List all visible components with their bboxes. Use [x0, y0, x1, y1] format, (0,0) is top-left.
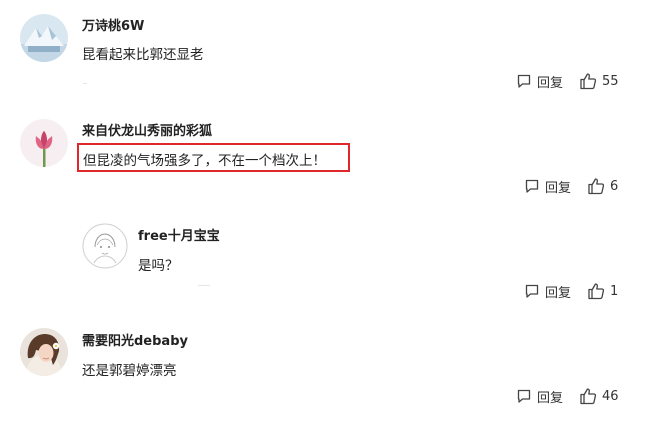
comment-text: 还是郭碧婷漂亮: [82, 363, 177, 379]
sketch-girl-icon: [82, 223, 128, 269]
comment-actions: 回复 6: [524, 176, 618, 196]
reply-button[interactable]: 回复: [524, 282, 571, 301]
reply-button[interactable]: 回复: [524, 177, 571, 196]
reply-icon: [525, 284, 539, 298]
reply-button[interactable]: 回复: [516, 387, 563, 406]
comment-actions: 回复 55: [516, 71, 619, 91]
comment-text: 但昆凌的气场强多了，不在一个档次上！: [83, 153, 326, 169]
username[interactable]: free十月宝宝: [138, 225, 220, 244]
comment-text: 昆看起来比郭还显老: [82, 47, 204, 63]
avatar[interactable]: [82, 223, 128, 269]
reply-label: 回复: [537, 75, 564, 91]
like-count: 6: [610, 178, 619, 194]
avatar[interactable]: [20, 14, 68, 62]
avatar[interactable]: [20, 119, 68, 167]
like-button[interactable]: 46: [579, 387, 619, 405]
comment-actions: 回复 46: [516, 386, 619, 406]
divider: [198, 285, 210, 286]
thumbs-up-icon: [580, 73, 597, 90]
like-button[interactable]: 55: [579, 72, 619, 90]
reply-label: 回复: [545, 285, 572, 301]
reply-icon: [517, 389, 531, 403]
username[interactable]: 来自伏龙山秀丽的彩狐: [82, 120, 212, 139]
like-count: 1: [610, 283, 619, 299]
thumbs-up-icon: [588, 283, 605, 300]
pink-tulip-icon: [20, 119, 68, 167]
reply-button[interactable]: 回复: [516, 72, 563, 91]
reply-label: 回复: [545, 180, 572, 196]
comment-actions: 回复 1: [524, 281, 618, 301]
mountain-snow-icon: [20, 14, 68, 62]
username[interactable]: 万诗桃6W: [82, 15, 144, 34]
comment-text: 是吗？: [138, 258, 179, 274]
thumbs-up-icon: [588, 178, 605, 195]
thumbs-up-icon: [580, 388, 597, 405]
like-button[interactable]: 6: [587, 177, 618, 195]
like-button[interactable]: 1: [587, 282, 618, 300]
like-count: 46: [602, 388, 619, 404]
username[interactable]: 需要阳光debaby: [82, 330, 188, 349]
woman-portrait-icon: [20, 328, 68, 376]
reply-icon: [517, 74, 531, 88]
avatar[interactable]: [20, 328, 68, 376]
reply-icon: [525, 179, 539, 193]
like-count: 55: [602, 73, 619, 89]
reply-label: 回复: [537, 390, 564, 406]
divider: [83, 83, 87, 84]
